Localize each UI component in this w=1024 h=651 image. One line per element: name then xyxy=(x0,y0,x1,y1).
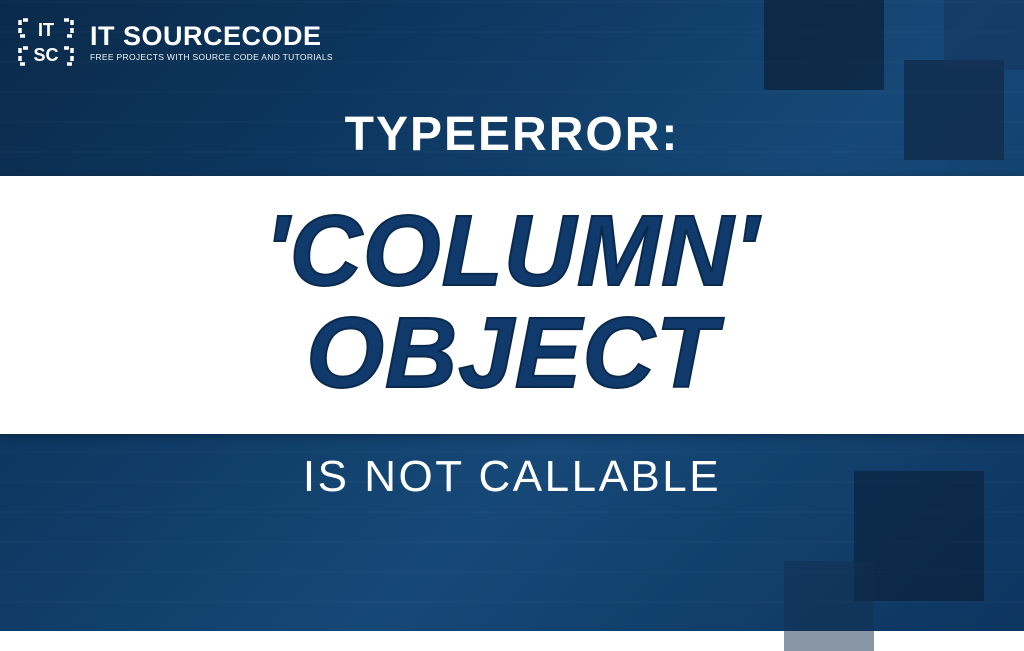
brand-tagline: FREE PROJECTS WITH SOURCE CODE AND TUTOR… xyxy=(90,52,333,62)
logo-icon: IT SC xyxy=(14,14,78,70)
title-main-line1: 'COLUMN' xyxy=(265,200,759,302)
logo-text-top: IT xyxy=(38,20,54,40)
title-band: 'COLUMN' OBJECT xyxy=(0,176,1024,434)
title-main-line2: OBJECT xyxy=(306,302,718,404)
header: IT SC IT SOURCECODE FREE PROJECTS WITH S… xyxy=(0,0,1024,84)
logo-text-bottom: SC xyxy=(33,45,58,65)
content: TYPEERROR: 'COLUMN' OBJECT IS NOT CALLAB… xyxy=(0,84,1024,502)
title-top: TYPEERROR: xyxy=(345,107,680,162)
brand-name: IT SOURCECODE xyxy=(90,23,333,50)
brand-text: IT SOURCECODE FREE PROJECTS WITH SOURCE … xyxy=(90,23,333,62)
decorative-square xyxy=(784,561,874,651)
title-bottom: IS NOT CALLABLE xyxy=(303,452,721,502)
